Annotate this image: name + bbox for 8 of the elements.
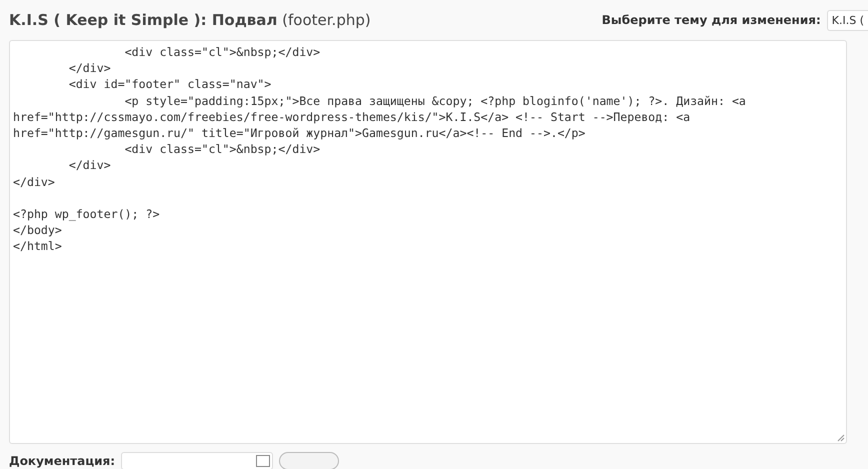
documentation-label: Документация: [9,454,115,468]
theme-select-label: Выберите тему для изменения: [602,13,821,27]
code-editor[interactable] [9,40,847,444]
theme-select[interactable]: K.I.S ( [826,10,868,30]
resize-grip-icon[interactable] [837,434,845,442]
code-text: <div class="cl">&nbsp;</div> </div> <div id="footer" class="nav"> <p style="padding:15px;">Все права защищены &copy; <?php bloginfo('name'); ?>. Дизайн: <a href="http://cssmayo.com/freebies/free-wordpress-themes/kis/">K.I.S</a> <!-- Start -->Перевод: <a href="http://gamesgun.ru/" title="Игровой журнал">Gamesgun.ru</a><!-- End -->.</p> <div class="cl">&nbsp;</div> </div> </div> <?php wp_footer(); ?> </body> </html> [13,44,747,255]
page-title: K.I.S ( Keep it Simple ): Подвал (footer.php) [9,11,371,29]
lookup-button[interactable] [279,452,339,469]
